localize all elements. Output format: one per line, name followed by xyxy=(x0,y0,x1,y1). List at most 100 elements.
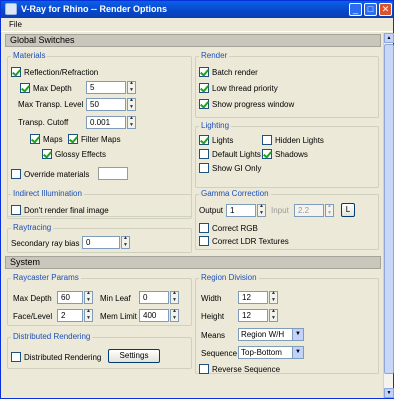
show-gi-only-checkbox[interactable]: Show GI Only xyxy=(199,163,261,173)
gamma-output-input[interactable]: 1 xyxy=(226,204,256,217)
checkbox-box[interactable] xyxy=(42,149,52,159)
checkbox-box[interactable] xyxy=(68,134,78,144)
face-level-row: Face/Level xyxy=(13,312,52,321)
chevron-down-icon[interactable]: ▼ xyxy=(292,329,303,340)
batch-render-label: Batch render xyxy=(212,67,258,77)
low-thread-priority-checkbox[interactable]: Low thread priority xyxy=(199,83,278,93)
gamma-correction-title: Gamma Correction xyxy=(199,189,271,198)
checkbox-box[interactable] xyxy=(199,83,209,93)
maximize-button[interactable]: □ xyxy=(364,3,377,16)
render-title: Render xyxy=(199,51,230,60)
max-transp-spinner[interactable] xyxy=(127,97,136,111)
checkbox-box[interactable] xyxy=(30,134,40,144)
transp-cutoff-label: Transp. Cutoff xyxy=(18,118,69,127)
chevron-down-icon[interactable]: ▼ xyxy=(292,347,303,358)
gamma-correction-group: Gamma Correction Output 1 Input 2.2 L Co… xyxy=(195,189,379,250)
dont-render-final-checkbox[interactable]: Don't render final image xyxy=(11,205,109,215)
system-header[interactable]: System xyxy=(5,256,381,269)
checkbox-box[interactable] xyxy=(11,205,21,215)
shadows-checkbox[interactable]: Shadows xyxy=(262,149,308,159)
reverse-sequence-checkbox[interactable]: Reverse Sequence xyxy=(199,364,280,374)
default-lights-checkbox[interactable]: Default Lights xyxy=(199,149,261,159)
checkbox-box[interactable] xyxy=(11,169,21,179)
min-leaf-spinner[interactable] xyxy=(170,290,179,304)
glossy-effects-checkbox[interactable]: Glossy Effects xyxy=(42,149,106,159)
checkbox-box[interactable] xyxy=(262,149,272,159)
region-width-spinner[interactable] xyxy=(269,290,278,304)
checkbox-box[interactable] xyxy=(199,223,209,233)
filter-maps-label: Filter Maps xyxy=(81,134,121,144)
region-width-input[interactable]: 12 xyxy=(238,291,268,304)
scroll-up-icon[interactable]: ▲ xyxy=(384,33,394,43)
correct-ldr-checkbox[interactable]: Correct LDR Textures xyxy=(199,236,289,246)
face-level-input[interactable]: 2 xyxy=(57,309,83,322)
override-materials-checkbox[interactable]: Override materials xyxy=(11,169,89,179)
scroll-down-icon[interactable]: ▼ xyxy=(384,388,394,398)
gamma-input-spinner[interactable] xyxy=(325,203,334,217)
gamma-input-input[interactable]: 2.2 xyxy=(294,204,324,217)
close-button[interactable]: ✕ xyxy=(379,3,392,16)
max-depth-spinner[interactable] xyxy=(127,80,136,94)
checkbox-box[interactable] xyxy=(199,135,209,145)
transp-cutoff-input[interactable]: 0.001 xyxy=(86,116,126,129)
reflection-refraction-checkbox[interactable]: Reflection/Refraction xyxy=(11,67,98,77)
region-height-row: Height xyxy=(201,312,224,321)
title-bar[interactable]: V-Ray for Rhino -- Render Options _ □ ✕ xyxy=(1,1,393,18)
secondary-ray-bias-label: Secondary ray bias xyxy=(11,239,80,248)
correct-rgb-checkbox[interactable]: Correct RGB xyxy=(199,223,258,233)
override-color-swatch[interactable] xyxy=(98,167,128,180)
distributed-settings-button[interactable]: Settings xyxy=(108,349,160,363)
secondary-ray-bias-row: Secondary ray bias xyxy=(11,239,79,248)
reflection-label: Reflection/Refraction xyxy=(24,67,99,77)
checkbox-box[interactable] xyxy=(199,163,209,173)
raycaster-max-depth-input[interactable]: 60 xyxy=(57,291,83,304)
max-depth-checkbox[interactable]: Max Depth xyxy=(20,83,72,93)
mem-limit-spinner[interactable] xyxy=(170,308,179,322)
max-depth-input[interactable]: 5 xyxy=(86,81,126,94)
mem-limit-input[interactable]: 400 xyxy=(139,309,169,322)
checkbox-box[interactable] xyxy=(20,83,30,93)
raycaster-max-depth-label: Max Depth xyxy=(13,294,52,303)
region-height-spinner[interactable] xyxy=(269,308,278,322)
render-options-window: V-Ray for Rhino -- Render Options _ □ ✕ … xyxy=(0,0,394,399)
gamma-output-spinner[interactable] xyxy=(257,203,266,217)
maps-checkbox[interactable]: Maps xyxy=(30,134,63,144)
checkbox-box[interactable] xyxy=(11,352,21,362)
distributed-rendering-checkbox[interactable]: Distributed Rendering xyxy=(11,352,101,362)
filter-maps-checkbox[interactable]: Filter Maps xyxy=(68,134,121,144)
secondary-ray-bias-spinner[interactable] xyxy=(121,235,130,249)
distributed-rendering-group: Distributed Rendering Distributed Render… xyxy=(7,332,192,369)
checkbox-box[interactable] xyxy=(262,135,272,145)
menu-file[interactable]: File xyxy=(9,20,22,29)
transp-cutoff-spinner[interactable] xyxy=(127,115,136,129)
face-level-spinner[interactable] xyxy=(84,308,93,322)
checkbox-box[interactable] xyxy=(199,67,209,77)
global-switches-header[interactable]: Global Switches xyxy=(5,34,381,47)
shadows-label: Shadows xyxy=(275,149,308,159)
max-transp-label: Max Transp. Level xyxy=(18,100,84,109)
checkbox-box[interactable] xyxy=(11,67,21,77)
vertical-scrollbar[interactable]: ▲ ▼ xyxy=(383,33,394,398)
hidden-lights-checkbox[interactable]: Hidden Lights xyxy=(262,135,324,145)
lights-checkbox[interactable]: Lights xyxy=(199,135,233,145)
batch-render-checkbox[interactable]: Batch render xyxy=(199,67,258,77)
render-group: Render Batch render Low thread priority … xyxy=(195,51,379,118)
show-progress-checkbox[interactable]: Show progress window xyxy=(199,99,294,109)
max-transp-input[interactable]: 50 xyxy=(86,98,126,111)
gamma-l-button[interactable]: L xyxy=(341,203,355,217)
secondary-ray-bias-input[interactable]: 0 xyxy=(82,236,120,249)
checkbox-box[interactable] xyxy=(199,236,209,246)
minimize-button[interactable]: _ xyxy=(349,3,362,16)
checkbox-box[interactable] xyxy=(199,364,209,374)
region-division-group: Region Division Width 12 Height 12 Means… xyxy=(195,273,379,374)
means-select[interactable]: Region W/H ▼ xyxy=(238,328,304,341)
checkbox-box[interactable] xyxy=(199,99,209,109)
window-title: V-Ray for Rhino -- Render Options xyxy=(21,4,168,14)
region-height-input[interactable]: 12 xyxy=(238,309,268,322)
raycaster-max-depth-spinner[interactable] xyxy=(84,290,93,304)
scroll-thumb[interactable] xyxy=(384,44,394,374)
global-switches-title: Global Switches xyxy=(10,35,75,45)
checkbox-box[interactable] xyxy=(199,149,209,159)
min-leaf-input[interactable]: 0 xyxy=(139,291,169,304)
sequence-select[interactable]: Top-Bottom ▼ xyxy=(238,346,304,359)
